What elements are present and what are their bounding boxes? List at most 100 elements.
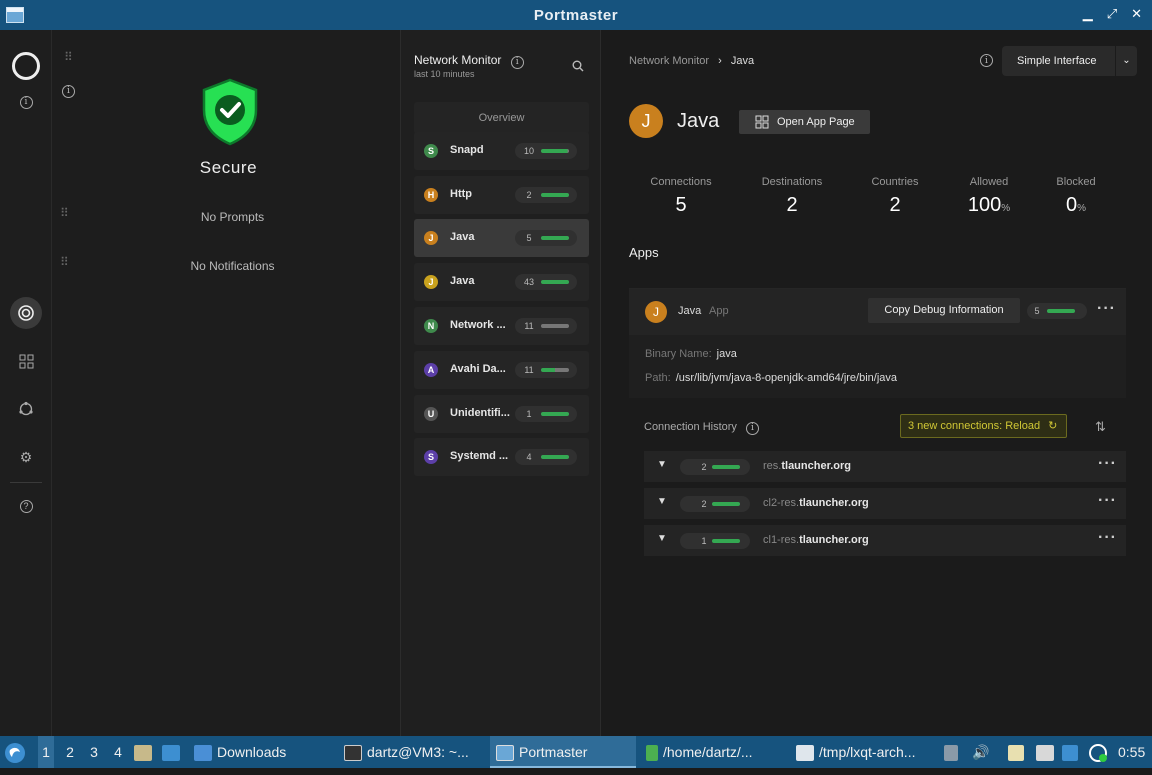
breadcrumb-root[interactable]: Network Monitor (629, 55, 709, 67)
stat-blocked: Blocked 0% (1026, 176, 1126, 217)
connection-count-pill: 2 (680, 496, 750, 512)
more-options-icon[interactable]: ··· (1098, 529, 1117, 547)
binary-name-row: Binary Name: java (645, 348, 737, 360)
chevron-down-icon[interactable]: ▼ (657, 496, 667, 507)
portmaster-tray-icon[interactable] (1088, 736, 1108, 768)
notifications-status: No Notifications (190, 259, 275, 273)
task-portmaster[interactable]: Portmaster (490, 736, 636, 768)
task-terminal[interactable]: dartz@VM3: ~... (344, 736, 469, 768)
more-options-icon[interactable]: ··· (1098, 455, 1117, 473)
volume-icon[interactable]: 🔊 (972, 736, 989, 768)
apps-grid-icon[interactable] (14, 349, 38, 373)
help-icon[interactable]: ? (14, 494, 38, 518)
maximize-icon[interactable]: ⤢ (1107, 6, 1117, 22)
connection-count-pill: 1 (680, 533, 750, 549)
activity-bar (541, 193, 569, 197)
history-info-icon[interactable]: i (746, 421, 759, 435)
breadcrumb-current: Java (730, 55, 755, 67)
spn-icon[interactable] (14, 397, 38, 421)
info-icon[interactable]: i (14, 90, 38, 114)
stat-connections: Connections 5 (631, 176, 731, 217)
window-icon (496, 745, 514, 762)
stat-label: Allowed (969, 176, 1009, 188)
desktop-switch-1[interactable]: 1 (38, 736, 54, 768)
desktop-switch-3[interactable]: 3 (86, 736, 102, 768)
interface-mode-label: Simple Interface (1017, 55, 1097, 67)
connection-history-row[interactable]: ▼ 2 res.tlauncher.org ··· (644, 451, 1126, 482)
connection-count-pill: 5 (515, 230, 577, 246)
process-item[interactable]: A Avahi Da... 11 (414, 351, 589, 389)
chevron-down-icon[interactable]: ▼ (657, 533, 667, 544)
activity-bar (712, 539, 740, 543)
process-name: Java (450, 275, 475, 287)
network-monitor-icon[interactable] (10, 297, 42, 329)
process-avatar: J (424, 231, 438, 245)
process-avatar: S (424, 450, 438, 464)
stat-countries: Countries 2 (845, 176, 945, 217)
network-icon[interactable] (1036, 736, 1059, 768)
interface-mode-button[interactable]: Simple Interface ⌄ (1002, 46, 1137, 76)
scroll-icon[interactable] (944, 736, 963, 768)
more-options-icon[interactable]: ··· (1097, 300, 1116, 318)
task-home[interactable]: /home/dartz/... (646, 736, 752, 768)
connection-count-pill: 11 (515, 362, 577, 378)
file-manager-icon[interactable] (134, 736, 157, 768)
app-card: J Java App Copy Debug Information 5 ··· … (629, 288, 1126, 398)
start-menu-icon[interactable] (4, 736, 30, 768)
process-item[interactable]: N Network ... 11 (414, 307, 589, 345)
connection-count: 2 (526, 190, 532, 200)
stat-destinations: Destinations 2 (742, 176, 842, 217)
search-icon[interactable] (572, 60, 584, 72)
process-item[interactable]: H Http 2 (414, 176, 589, 214)
stat-label: Destinations (761, 176, 823, 188)
process-item[interactable]: S Snapd 10 (414, 132, 589, 170)
connection-history-row[interactable]: ▼ 2 cl2-res.tlauncher.org ··· (644, 488, 1126, 519)
process-item[interactable]: S Systemd ... 4 (414, 438, 589, 476)
sort-icon[interactable]: ⇅ (1095, 419, 1106, 435)
app-card-avatar: J (645, 301, 667, 323)
overview-button[interactable]: Overview (414, 102, 589, 134)
minimize-icon[interactable]: ▁ (1083, 6, 1093, 22)
activity-bar (541, 455, 569, 459)
process-item[interactable]: J Java 43 (414, 263, 589, 301)
show-desktop-icon[interactable] (162, 736, 185, 768)
detail-info-icon[interactable]: i (980, 54, 993, 67)
dashboard-info-icon[interactable]: i (62, 80, 75, 98)
process-item[interactable]: J Java 5 (414, 219, 589, 257)
app-card-name: Java (678, 305, 702, 317)
path-row: Path: /usr/lib/jvm/java-8-openjdk-amd64/j… (645, 372, 897, 384)
desktop-switch-4[interactable]: 4 (110, 736, 126, 768)
reload-connections-button[interactable]: 3 new connections: Reload ↻ (900, 414, 1067, 438)
process-item[interactable]: U Unidentifi... 1 (414, 395, 589, 433)
chevron-down-icon[interactable]: ▼ (657, 459, 667, 470)
connection-count-pill: 43 (515, 274, 577, 290)
connection-history-title: Connection History i (644, 421, 759, 435)
more-options-icon[interactable]: ··· (1098, 492, 1117, 510)
stat-value: 0% (1065, 194, 1087, 216)
nav-rail: i ⚙ ? (0, 30, 52, 736)
connection-count-pill: 10 (515, 143, 577, 159)
apps-heading: Apps (629, 245, 659, 260)
chevron-down-icon[interactable]: ⌄ (1115, 46, 1137, 76)
app-title: Java (677, 110, 720, 132)
close-icon[interactable]: ✕ (1131, 6, 1142, 22)
copy-debug-button[interactable]: Copy Debug Information (868, 298, 1020, 323)
settings-gear-icon[interactable]: ⚙ (14, 445, 38, 469)
connection-count-pill: 11 (515, 318, 577, 334)
portmaster-logo-icon[interactable] (12, 52, 40, 80)
drag-handle-icon[interactable]: ⠿ (64, 51, 73, 63)
process-name: Java (450, 231, 475, 243)
open-app-page-button[interactable]: Open App Page (739, 110, 870, 134)
task-downloads[interactable]: Downloads (194, 736, 286, 768)
process-avatar: N (424, 319, 438, 333)
activity-bar (541, 368, 569, 372)
task-tmp[interactable]: /tmp/lxqt-arch... (796, 736, 915, 768)
process-avatar: S (424, 144, 438, 158)
notification-icon[interactable] (1062, 736, 1083, 768)
folder-icon (194, 745, 212, 762)
connection-count-pill: 2 (680, 459, 750, 475)
connection-history-row[interactable]: ▼ 1 cl1-res.tlauncher.org ··· (644, 525, 1126, 556)
clipboard-icon[interactable] (1008, 736, 1029, 768)
monitor-info-icon[interactable]: i (510, 55, 524, 69)
desktop-switch-2[interactable]: 2 (62, 736, 78, 768)
